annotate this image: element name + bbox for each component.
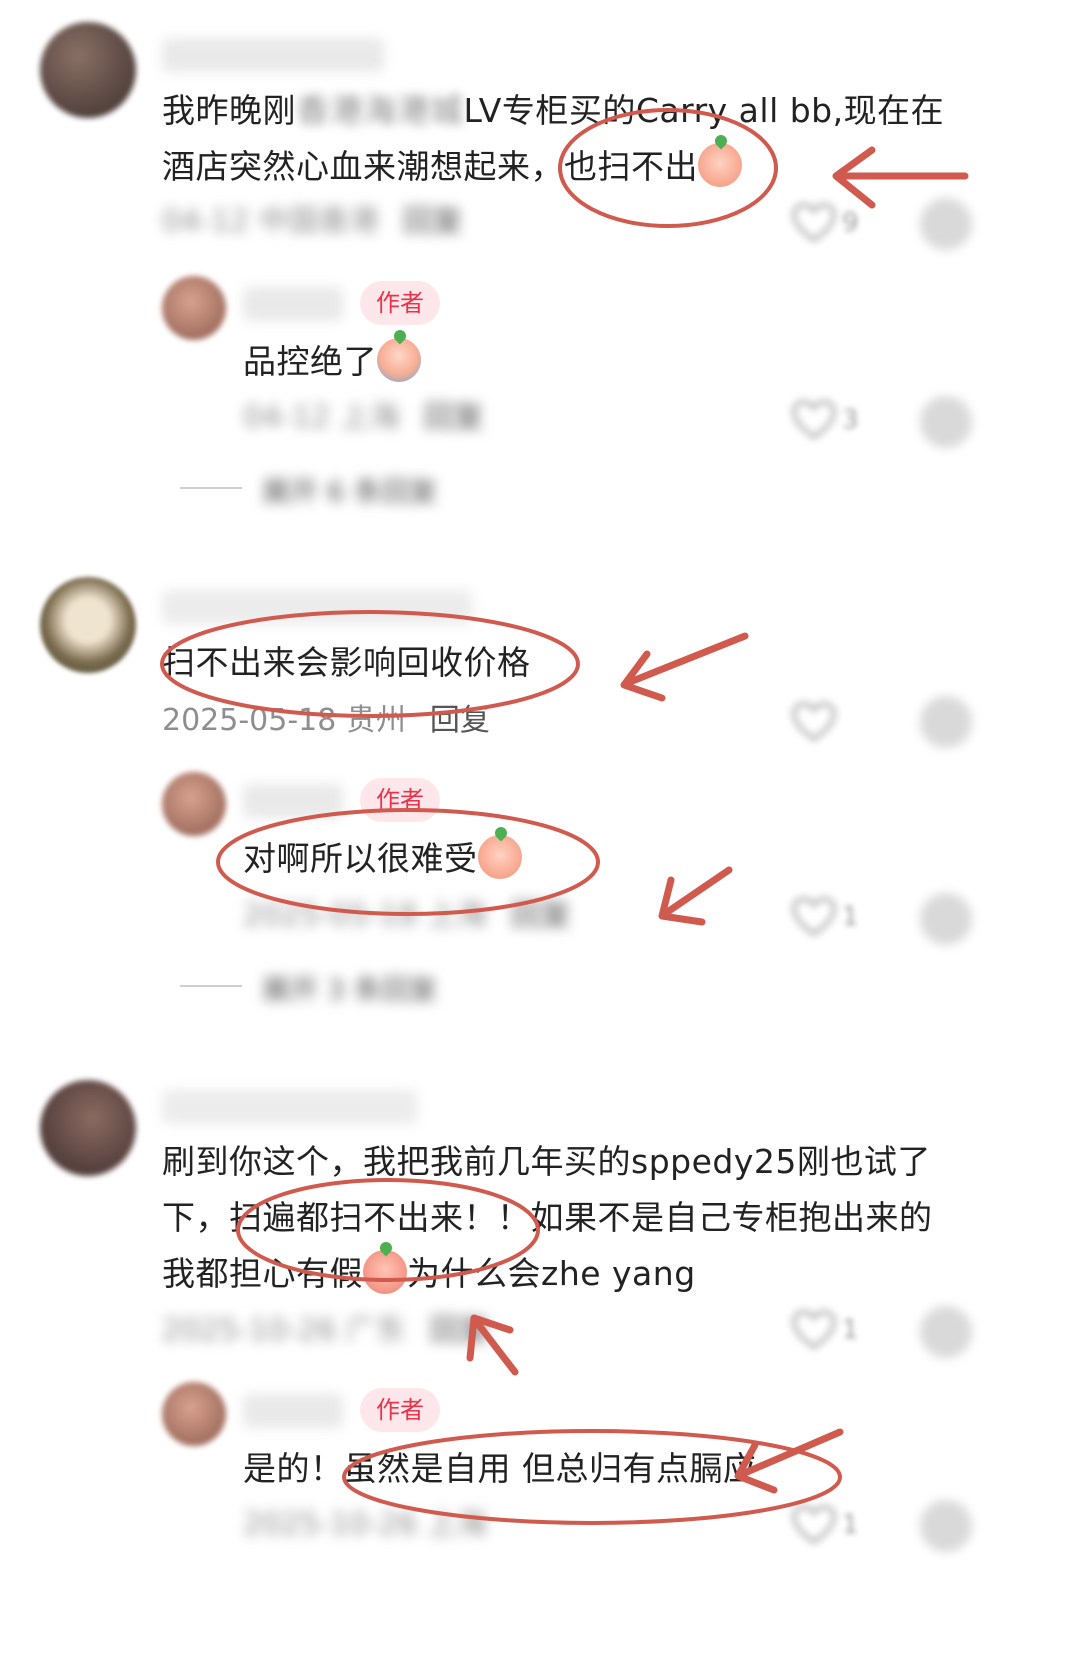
- author-badge: 作者: [360, 1388, 440, 1432]
- crying-emoji: [698, 142, 742, 187]
- annotation-arrow-3: [658, 866, 733, 926]
- commenter-avatar-1[interactable]: [40, 22, 136, 118]
- comment-meta-1: 04-12 中国香港 回复: [162, 204, 463, 239]
- comment-meta-3: 2025-10-26 广东 回复: [162, 1313, 490, 1348]
- commenter-avatar-2[interactable]: [40, 577, 136, 673]
- author-avatar-3[interactable]: [162, 1382, 226, 1446]
- reply-meta-3: 2025-10-26 上海: [243, 1507, 487, 1542]
- commenter-name-1[interactable]: [162, 38, 384, 72]
- more-icon[interactable]: [920, 396, 972, 448]
- comment-text-2: 扫不出来会影响回收价格: [162, 643, 531, 682]
- expand-divider: [180, 985, 242, 987]
- heart-icon[interactable]: [792, 203, 836, 243]
- heart-icon[interactable]: [792, 897, 836, 937]
- comment-text-3-line-3: 我都担心有假 为什么会zhe yang: [162, 1245, 696, 1303]
- author-avatar-2[interactable]: [162, 772, 226, 836]
- expand-divider: [180, 487, 242, 489]
- reply-button-1[interactable]: 回复: [403, 204, 463, 239]
- like-count-1b: 3: [842, 405, 859, 435]
- commenter-avatar-3[interactable]: [40, 1080, 136, 1176]
- author-badge: 作者: [360, 281, 440, 325]
- like-count-1: 9: [842, 208, 859, 238]
- reply-text-2: 对啊所以很难受: [243, 830, 522, 888]
- comment-meta-2: 2025-05-18 贵州 回复: [162, 703, 490, 738]
- reply-text-3: 是的！虽然是自用 但总归有点膈应: [243, 1449, 757, 1488]
- annotation-arrow-2: [620, 632, 749, 702]
- reply-meta-2: 2025-05-18 上海 回复: [243, 898, 571, 933]
- more-icon[interactable]: [920, 696, 972, 748]
- reply-button-2[interactable]: 回复: [430, 703, 490, 738]
- more-icon[interactable]: [920, 893, 972, 945]
- expand-replies-1[interactable]: 展开 6 条回复: [262, 470, 438, 510]
- more-icon[interactable]: [920, 198, 972, 250]
- author-name-2[interactable]: [243, 784, 343, 818]
- expand-replies-2[interactable]: 展开 3 条回复: [262, 968, 438, 1008]
- author-name-1[interactable]: [243, 287, 343, 321]
- more-icon[interactable]: [920, 1500, 972, 1552]
- reply-button-3[interactable]: 回复: [430, 1313, 490, 1348]
- crying-emoji: [377, 337, 421, 382]
- author-badge: 作者: [360, 778, 440, 822]
- comment-text-1-line-1: 我昨晚刚香港海港城LV专柜买的Carry all bb,现在在: [162, 91, 945, 130]
- reply-button-1b[interactable]: 回复: [424, 400, 484, 435]
- heart-icon[interactable]: [792, 400, 836, 440]
- heart-icon[interactable]: [792, 1310, 836, 1350]
- heart-icon[interactable]: [792, 1505, 836, 1545]
- comment-text-1-line-2: 酒店突然心血来潮想起来，也扫不出: [162, 138, 742, 196]
- annotation-arrow-1: [832, 146, 969, 209]
- heart-icon[interactable]: [792, 702, 836, 742]
- more-icon[interactable]: [920, 1306, 972, 1358]
- commenter-name-2[interactable]: [162, 590, 472, 624]
- crying-emoji: [477, 834, 522, 879]
- like-count-3b: 1: [842, 1510, 859, 1540]
- reply-meta-1: 04-12 上海 回复: [243, 400, 484, 435]
- annotation-overlay: [160, 108, 969, 1525]
- author-avatar-1[interactable]: [162, 276, 226, 340]
- author-name-3[interactable]: [243, 1394, 343, 1428]
- reply-button-2b[interactable]: 回复: [511, 898, 571, 933]
- sad-emoji: [363, 1249, 407, 1294]
- like-count-2b: 1: [842, 902, 859, 932]
- commenter-name-3[interactable]: [162, 1090, 417, 1124]
- like-count-3: 1: [842, 1315, 859, 1345]
- comment-text-3-line-1: 刷到你这个，我把我前几年买的sppedy25刚也试了: [162, 1142, 931, 1181]
- comment-text-3-line-2: 下，扫遍都扫不出来！！如果不是自己专柜抱出来的: [162, 1198, 933, 1237]
- reply-text-1: 品控绝了: [243, 333, 421, 391]
